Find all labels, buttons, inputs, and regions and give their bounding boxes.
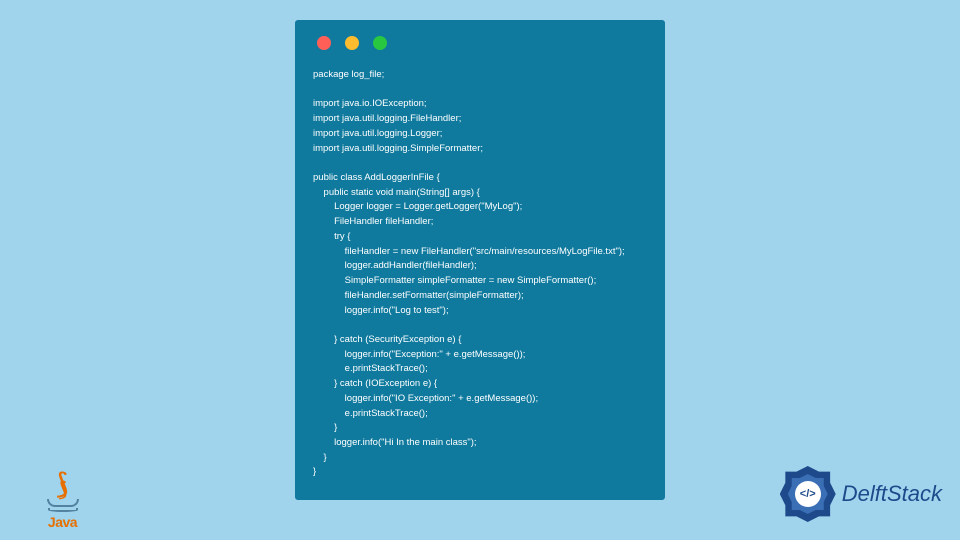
delftstack-logo: </> DelftStack <box>780 466 942 522</box>
code-window: package log_file; import java.io.IOExcep… <box>295 20 665 500</box>
minimize-icon <box>345 36 359 50</box>
java-steam-icon: ⟆ <box>58 485 67 495</box>
maximize-icon <box>373 36 387 50</box>
delftstack-label: DelftStack <box>842 481 942 507</box>
delftstack-badge-icon: </> <box>780 466 836 522</box>
java-label: Java <box>48 514 77 530</box>
window-controls <box>317 36 647 50</box>
close-icon <box>317 36 331 50</box>
java-cup-icon <box>47 499 79 507</box>
java-saucer-icon <box>48 508 78 512</box>
code-block: package log_file; import java.io.IOExcep… <box>313 68 647 480</box>
java-logo: ⟆ ⟆ Java <box>35 455 90 530</box>
delftstack-code-icon: </> <box>795 481 821 507</box>
